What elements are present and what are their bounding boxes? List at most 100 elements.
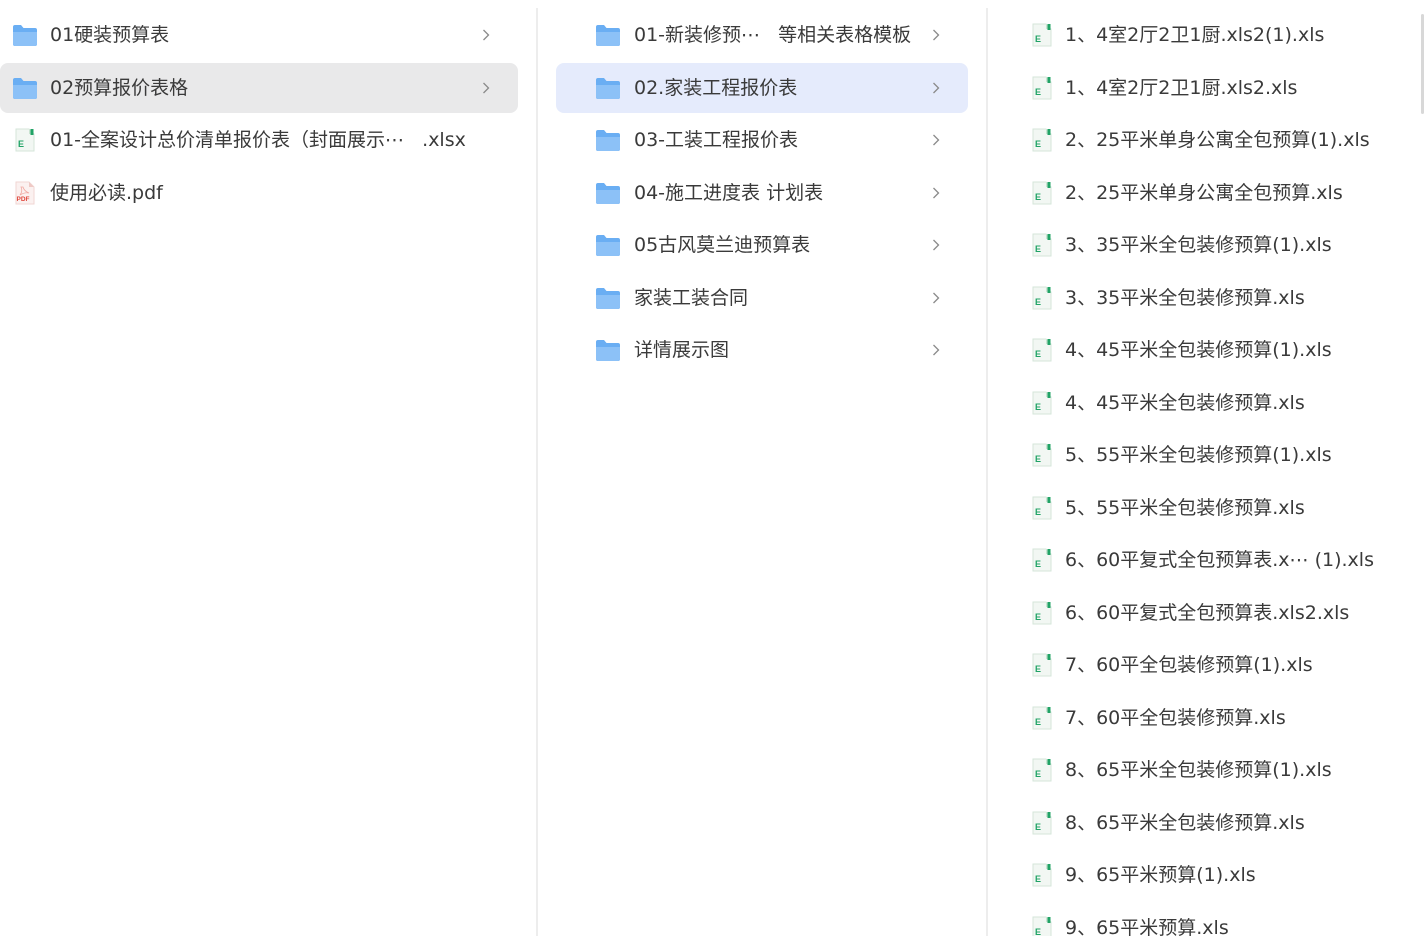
svg-text:E: E — [1035, 769, 1041, 779]
item-label: 01-新装修预⋯ 等相关表格模板 — [634, 24, 912, 46]
svg-text:E: E — [1035, 244, 1041, 254]
item-label: 6、60平复式全包预算表.x⋯ (1).xls — [1065, 549, 1374, 571]
excel-file-icon: E — [1029, 76, 1055, 100]
svg-text:E: E — [1035, 612, 1041, 622]
svg-text:E: E — [1035, 34, 1041, 44]
folder-icon — [12, 76, 38, 100]
file-row[interactable]: E 5、55平米全包装修预算.xls — [1010, 483, 1418, 533]
item-label: 使用必读.pdf — [50, 181, 163, 204]
file-row[interactable]: PDF 使用必读.pdf — [0, 168, 518, 218]
item-label: 9、65平米预算.xls — [1065, 916, 1229, 936]
item-label: 02.家装工程报价表 — [634, 76, 798, 99]
folder-icon — [595, 338, 621, 362]
item-label: 2、25平米单身公寓全包预算(1).xls — [1065, 129, 1370, 151]
column-2[interactable]: 01-新装修预⋯ 等相关表格模板 02.家装工程报价表 03-工装工程报价表 04-施… — [538, 0, 986, 936]
svg-text:E: E — [1035, 192, 1041, 202]
file-row[interactable]: E 8、65平米全包装修预算(1).xls — [1010, 745, 1418, 795]
scrollbar[interactable] — [1421, 14, 1424, 114]
file-list: E 1、4室2厅2卫1厨.xls2(1).xls E 1、4室2厅2卫1厨.xls2.… — [988, 10, 1418, 936]
folder-row[interactable]: 01-新装修预⋯ 等相关表格模板 — [556, 10, 968, 60]
chevron-right-icon — [931, 290, 941, 306]
chevron-right-icon — [931, 237, 941, 253]
chevron-right-icon — [481, 80, 491, 96]
excel-file-icon: E — [1029, 863, 1055, 887]
folder-row[interactable]: 家装工装合同 — [556, 273, 968, 323]
item-label: 01-全案设计总价清单报价表（封面展示⋯ .xlsx — [50, 129, 466, 151]
folder-row[interactable]: 04-施工进度表 计划表 — [556, 168, 968, 218]
item-label: 03-工装工程报价表 — [634, 129, 799, 151]
excel-file-icon: E — [1029, 811, 1055, 835]
folder-icon — [595, 233, 621, 257]
item-label: 9、65平米预算(1).xls — [1065, 864, 1256, 886]
folder-row[interactable]: 03-工装工程报价表 — [556, 115, 968, 165]
excel-file-icon: E — [1029, 653, 1055, 677]
item-label: 8、65平米全包装修预算(1).xls — [1065, 759, 1332, 781]
folder-icon — [595, 23, 621, 47]
excel-file-icon: E — [1029, 548, 1055, 572]
file-row[interactable]: E 01-全案设计总价清单报价表（封面展示⋯ .xlsx — [0, 115, 518, 165]
item-label: 04-施工进度表 计划表 — [634, 181, 824, 204]
file-row[interactable]: E 2、25平米单身公寓全包预算(1).xls — [1010, 115, 1418, 165]
file-row[interactable]: E 2、25平米单身公寓全包预算.xls — [1010, 168, 1418, 218]
column-1[interactable]: 01硬装预算表 02预算报价表格 E 01-全案设计总价清单报价表（封面展示⋯ .xl… — [0, 0, 536, 936]
file-row[interactable]: E 6、60平复式全包预算表.x⋯ (1).xls — [1010, 535, 1418, 585]
folder-row[interactable]: 01硬装预算表 — [0, 10, 518, 60]
folder-icon — [595, 128, 621, 152]
file-list: 01硬装预算表 02预算报价表格 E 01-全案设计总价清单报价表（封面展示⋯ .xl… — [0, 10, 536, 220]
excel-file-icon: E — [1029, 181, 1055, 205]
column-file-browser: 01硬装预算表 02预算报价表格 E 01-全案设计总价清单报价表（封面展示⋯ .xl… — [0, 0, 1426, 936]
item-label: 3、35平米全包装修预算.xls — [1065, 286, 1305, 309]
svg-text:E: E — [1035, 559, 1041, 569]
svg-text:E: E — [1035, 927, 1041, 936]
file-row[interactable]: E 3、35平米全包装修预算(1).xls — [1010, 220, 1418, 270]
chevron-right-icon — [931, 185, 941, 201]
svg-text:PDF: PDF — [17, 196, 30, 203]
excel-file-icon: E — [1029, 338, 1055, 362]
file-row[interactable]: E 3、35平米全包装修预算.xls — [1010, 273, 1418, 323]
file-row[interactable]: E 9、65平米预算(1).xls — [1010, 850, 1418, 900]
svg-text:E: E — [1035, 402, 1041, 412]
folder-row[interactable]: 05古风莫兰迪预算表 — [556, 220, 968, 270]
svg-text:E: E — [1035, 874, 1041, 884]
pdf-file-icon: PDF — [12, 181, 38, 205]
chevron-right-icon — [931, 132, 941, 148]
item-label: 家装工装合同 — [634, 286, 749, 309]
excel-file-icon: E — [1029, 758, 1055, 782]
folder-row[interactable]: 02.家装工程报价表 — [556, 62, 968, 113]
folder-row[interactable]: 详情展示图 — [556, 325, 968, 375]
item-label: 3、35平米全包装修预算(1).xls — [1065, 234, 1332, 256]
item-label: 详情展示图 — [634, 339, 730, 361]
svg-text:E: E — [1035, 717, 1041, 727]
file-row[interactable]: E 6、60平复式全包预算表.xls2.xls — [1010, 588, 1418, 638]
file-row[interactable]: E 1、4室2厅2卫1厨.xls2.xls — [1010, 63, 1418, 113]
file-list: 01-新装修预⋯ 等相关表格模板 02.家装工程报价表 03-工装工程报价表 04-施… — [538, 10, 986, 378]
excel-file-icon: E — [1029, 916, 1055, 936]
excel-file-icon: E — [1029, 496, 1055, 520]
excel-file-icon: E — [1029, 443, 1055, 467]
file-row[interactable]: E 8、65平米全包装修预算.xls — [1010, 798, 1418, 848]
item-label: 1、4室2厅2卫1厨.xls2.xls — [1065, 76, 1298, 99]
folder-icon — [595, 286, 621, 310]
svg-text:E: E — [1035, 139, 1041, 149]
file-row[interactable]: E 7、60平全包装修预算.xls — [1010, 693, 1418, 743]
excel-file-icon: E — [1029, 601, 1055, 625]
file-row[interactable]: E 7、60平全包装修预算(1).xls — [1010, 640, 1418, 690]
file-row[interactable]: E 1、4室2厅2卫1厨.xls2(1).xls — [1010, 10, 1418, 60]
svg-text:E: E — [1035, 507, 1041, 517]
file-row[interactable]: E 5、55平米全包装修预算(1).xls — [1010, 430, 1418, 480]
folder-row[interactable]: 02预算报价表格 — [0, 62, 518, 113]
chevron-right-icon — [931, 80, 941, 96]
item-label: 7、60平全包装修预算(1).xls — [1065, 654, 1313, 676]
item-label: 7、60平全包装修预算.xls — [1065, 706, 1286, 729]
column-3[interactable]: E 1、4室2厅2卫1厨.xls2(1).xls E 1、4室2厅2卫1厨.xls2.… — [988, 0, 1418, 936]
file-row[interactable]: E 4、45平米全包装修预算.xls — [1010, 378, 1418, 428]
item-label: 01硬装预算表 — [50, 24, 170, 46]
file-row[interactable]: E 9、65平米预算.xls — [1010, 903, 1418, 936]
excel-file-icon: E — [1029, 391, 1055, 415]
item-label: 4、45平米全包装修预算(1).xls — [1065, 339, 1332, 361]
file-row[interactable]: E 4、45平米全包装修预算(1).xls — [1010, 325, 1418, 375]
chevron-right-icon — [931, 342, 941, 358]
svg-text:E: E — [1035, 297, 1041, 307]
excel-file-icon: E — [1029, 233, 1055, 257]
item-label: 05古风莫兰迪预算表 — [634, 234, 811, 256]
